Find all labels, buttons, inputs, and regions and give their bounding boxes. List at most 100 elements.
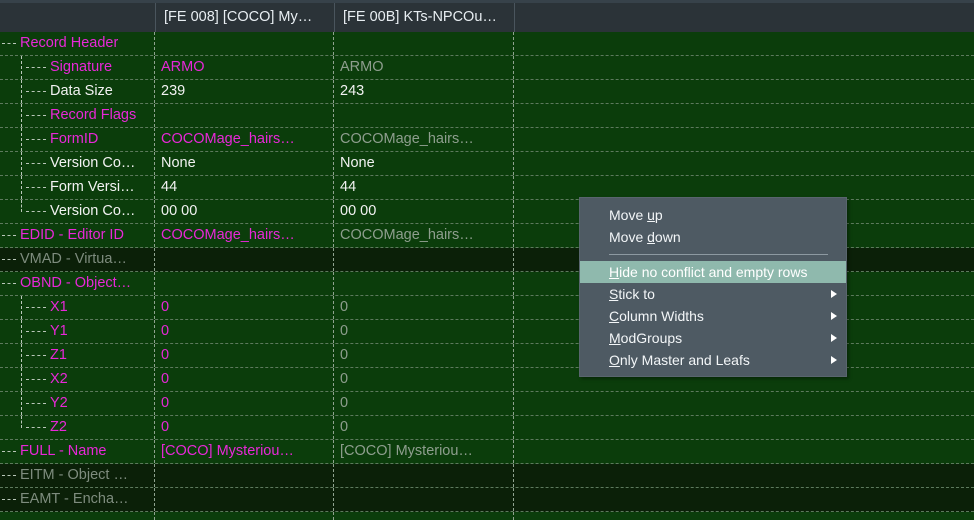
column-header-1[interactable]: [FE 008] [COCO] My… [155, 3, 334, 32]
value-cell[interactable]: 0 [334, 296, 514, 319]
column-header-2[interactable]: [FE 00B] KTs-NPCOu… [334, 3, 514, 32]
row-label-cell[interactable]: EAMT - Encha… [0, 488, 155, 511]
value-cell[interactable]: 0 [334, 392, 514, 415]
value-cell[interactable]: [COCO] Mysteriou… [155, 440, 334, 463]
value-cell[interactable]: 0 [334, 368, 514, 391]
value-cell[interactable]: 44 [155, 176, 334, 199]
table-row[interactable]: Signature ARMO ARMO [0, 56, 974, 80]
column-header-3[interactable] [514, 3, 974, 32]
value-cell[interactable] [155, 248, 334, 271]
value-cell[interactable]: 0 [334, 344, 514, 367]
value-cell[interactable]: COCOMage_hairs… [334, 128, 514, 151]
value-cell[interactable]: ARMO [155, 56, 334, 79]
row-label-cell[interactable]: X1 [0, 296, 155, 319]
menu-item-move-up[interactable]: Move up [580, 204, 846, 226]
row-label-cell[interactable]: VMAD - Virtua… [0, 248, 155, 271]
value-cell[interactable]: 0 [155, 416, 334, 439]
value-cell[interactable]: 44 [334, 176, 514, 199]
row-label: Z1 [50, 347, 67, 363]
row-label-cell[interactable]: Version Co… [0, 152, 155, 175]
value-cell[interactable] [334, 512, 514, 520]
row-label-cell[interactable]: Z1 [0, 344, 155, 367]
table-row[interactable]: EITM - Object … [0, 464, 974, 488]
row-label-cell[interactable] [0, 512, 155, 520]
row-label-cell[interactable]: Version Co… [0, 200, 155, 223]
table-row[interactable]: EAMT - Encha… [0, 488, 974, 512]
table-row[interactable]: Record Header [0, 32, 974, 56]
row-label-cell[interactable]: Record Header [0, 32, 155, 55]
value-cell[interactable] [334, 488, 514, 511]
menu-item-only-master-and-leafs[interactable]: Only Master and Leafs [580, 349, 846, 371]
value-cell[interactable]: 00 00 [155, 200, 334, 223]
menu-item-modgroups[interactable]: ModGroups [580, 327, 846, 349]
context-menu[interactable]: Move up Move down Hide no conflict and emp… [579, 197, 847, 377]
row-label: Version Co… [50, 203, 136, 219]
value-cell[interactable]: 243 [334, 80, 514, 103]
value-cell[interactable] [155, 512, 334, 520]
value-cell[interactable] [334, 272, 514, 295]
table-row[interactable]: FormID COCOMage_hairs… COCOMage_hairs… [0, 128, 974, 152]
chevron-right-icon [831, 334, 837, 342]
tree-vertical-line [21, 296, 22, 319]
row-label-cell[interactable]: Data Size [0, 80, 155, 103]
value-cell[interactable] [155, 488, 334, 511]
value-cell[interactable] [155, 272, 334, 295]
table-row[interactable]: Record Flags [0, 104, 974, 128]
value-cell[interactable]: 0 [155, 296, 334, 319]
value-cell[interactable] [334, 464, 514, 487]
row-label-cell[interactable]: FormID [0, 128, 155, 151]
menu-item-hide-no-conflict-and-empty-rows[interactable]: Hide no conflict and empty rows [580, 261, 846, 283]
value-cell[interactable]: 0 [334, 320, 514, 343]
table-row[interactable]: FULL - Name [COCO] Mysteriou… [COCO] Myste… [0, 440, 974, 464]
row-label-cell[interactable]: Y2 [0, 392, 155, 415]
row-label-cell[interactable]: Y1 [0, 320, 155, 343]
menu-item-stick-to[interactable]: Stick to [580, 283, 846, 305]
row-label-cell[interactable]: Record Flags [0, 104, 155, 127]
value-cell[interactable] [155, 104, 334, 127]
value-cell[interactable]: [COCO] Mysteriou… [334, 440, 514, 463]
value-cell[interactable]: 0 [155, 320, 334, 343]
value-cell[interactable]: None [155, 152, 334, 175]
menu-item-label: Hide no conflict and empty rows [609, 264, 808, 280]
value-cell[interactable] [155, 464, 334, 487]
row-label-cell[interactable]: Z2 [0, 416, 155, 439]
value-cell[interactable] [155, 32, 334, 55]
value-cell[interactable]: 239 [155, 80, 334, 103]
menu-item-label: ModGroups [609, 330, 683, 346]
row-label-cell[interactable]: FULL - Name [0, 440, 155, 463]
tree-vertical-line [21, 176, 22, 199]
value-cell[interactable]: COCOMage_hairs… [155, 128, 334, 151]
value-cell[interactable]: 00 00 [334, 200, 514, 223]
value-cell[interactable]: COCOMage_hairs… [155, 224, 334, 247]
table-row[interactable] [0, 512, 974, 520]
row-label: Y2 [50, 395, 68, 411]
row-label: EITM - Object … [20, 467, 128, 483]
row-label-cell[interactable]: EITM - Object … [0, 464, 155, 487]
menu-item-column-widths[interactable]: Column Widths [580, 305, 846, 327]
menu-item-label: Stick to [609, 286, 655, 302]
column-header-0[interactable] [0, 3, 155, 32]
value-cell[interactable]: 0 [155, 392, 334, 415]
value-cell[interactable]: 0 [334, 416, 514, 439]
empty-cell [514, 128, 974, 151]
row-label-cell[interactable]: Signature [0, 56, 155, 79]
row-label-cell[interactable]: X2 [0, 368, 155, 391]
row-label-cell[interactable]: OBND - Object… [0, 272, 155, 295]
value-cell[interactable] [334, 248, 514, 271]
row-label-cell[interactable]: Form Versi… [0, 176, 155, 199]
value-cell[interactable]: COCOMage_hairs… [334, 224, 514, 247]
value-cell[interactable] [334, 104, 514, 127]
tree-vertical-line [21, 368, 22, 391]
value-cell[interactable]: ARMO [334, 56, 514, 79]
table-row[interactable]: Version Co… None None [0, 152, 974, 176]
table-row[interactable]: Data Size 239 243 [0, 80, 974, 104]
value-cell[interactable]: 0 [155, 344, 334, 367]
menu-item-move-down[interactable]: Move down [580, 226, 846, 248]
table-row[interactable]: Z2 0 0 [0, 416, 974, 440]
value-cell[interactable]: 0 [155, 368, 334, 391]
value-cell[interactable]: None [334, 152, 514, 175]
row-label-cell[interactable]: EDID - Editor ID [0, 224, 155, 247]
table-row[interactable]: Y2 0 0 [0, 392, 974, 416]
value-cell[interactable] [334, 32, 514, 55]
tree-connector-icon [26, 211, 46, 212]
